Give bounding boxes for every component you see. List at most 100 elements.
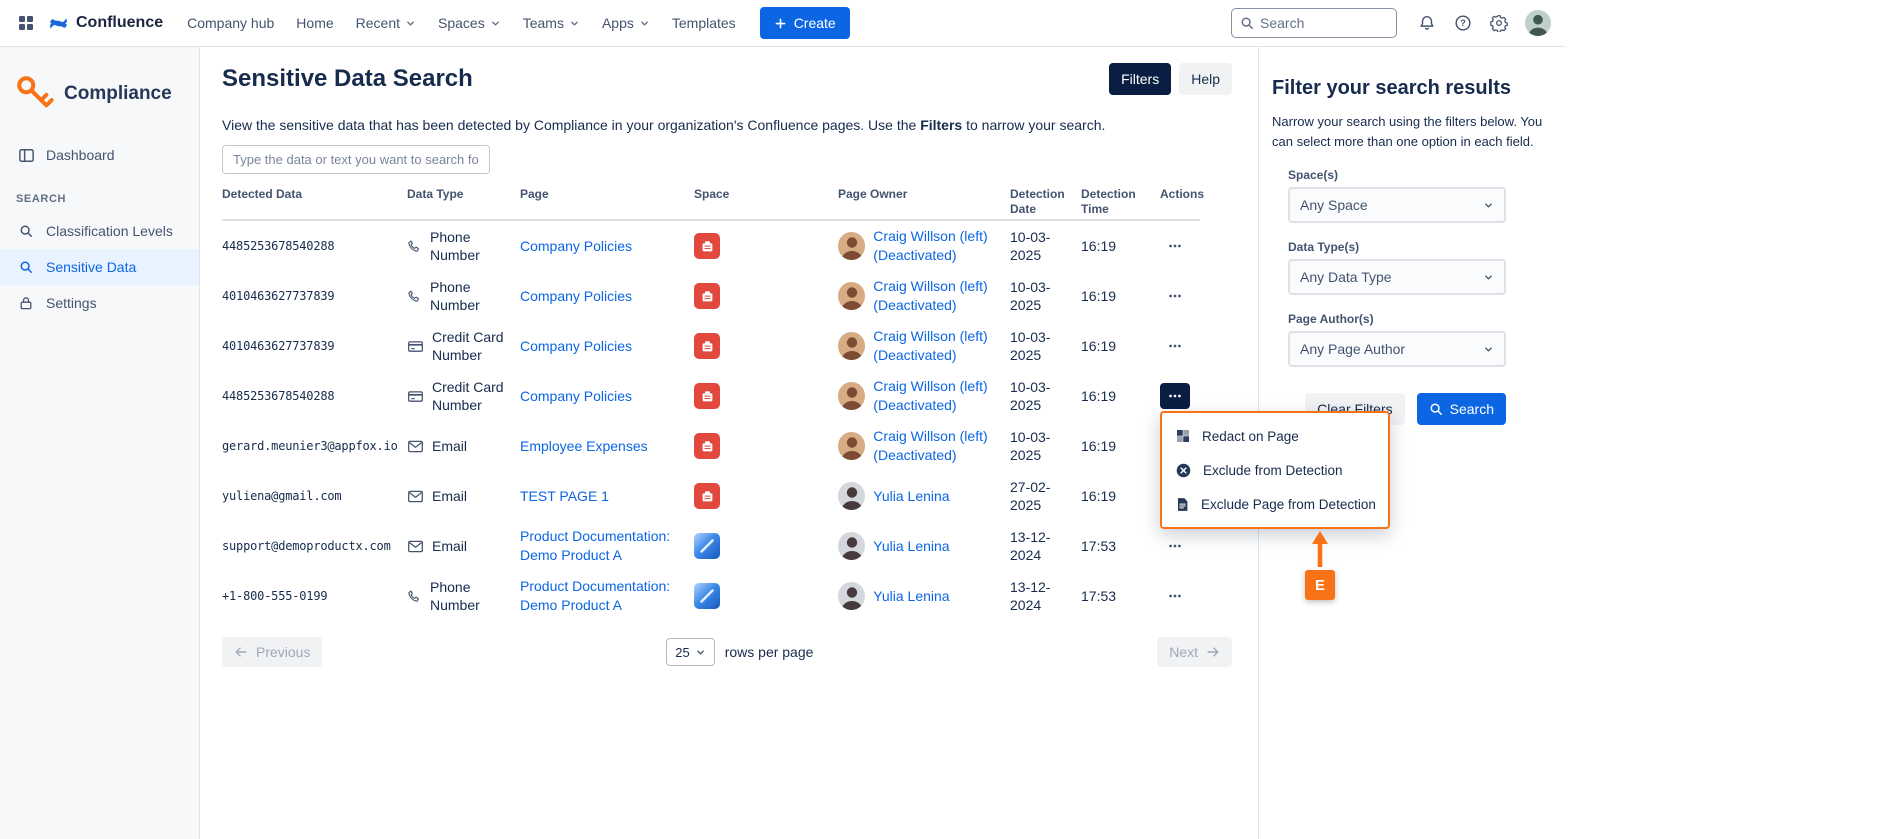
detection-time-cell: 16:19 xyxy=(1081,271,1160,321)
avatar-craig xyxy=(838,282,865,310)
page-owner-link[interactable]: Craig Willson (left) (Deactivated) xyxy=(873,327,1000,365)
page-owner-link[interactable]: Yulia Lenina xyxy=(873,587,1000,606)
avatar-craig xyxy=(838,232,865,260)
nav-item-spaces[interactable]: Spaces xyxy=(428,7,511,39)
confluence-logo[interactable]: Confluence xyxy=(44,13,175,34)
page-cell: Employee Expenses xyxy=(520,421,694,471)
avatar-craig xyxy=(838,432,865,460)
row-actions-button[interactable] xyxy=(1160,233,1190,259)
page-owner-link[interactable]: Yulia Lenina xyxy=(873,487,1000,506)
detected-data-cell: +1-800-555-0199 xyxy=(222,571,407,621)
page-link[interactable]: Company Policies xyxy=(520,287,632,306)
results-table: Detected DataData TypePageSpacePage Owne… xyxy=(222,183,1200,621)
menu-item-redact-on-page[interactable]: Redact on Page xyxy=(1162,419,1388,453)
nav-item-home[interactable]: Home xyxy=(286,7,343,39)
rows-per-page-label: rows per page xyxy=(725,644,814,660)
nav-item-templates[interactable]: Templates xyxy=(662,7,746,39)
data-search-input[interactable] xyxy=(222,145,490,174)
app-switcher-button[interactable] xyxy=(10,7,42,39)
page-link[interactable]: Product Documentation: Demo Product A xyxy=(520,577,684,615)
page-link[interactable]: TEST PAGE 1 xyxy=(520,487,609,506)
credit-card-icon xyxy=(407,338,424,355)
row-actions-button[interactable] xyxy=(1160,383,1190,409)
sidebar-item-dashboard[interactable]: Dashboard xyxy=(0,137,199,173)
user-avatar[interactable] xyxy=(1525,10,1551,36)
chevron-down-icon xyxy=(639,18,650,29)
notifications-button[interactable] xyxy=(1411,7,1443,39)
page-owner-link[interactable]: Yulia Lenina xyxy=(873,537,1000,556)
nav-item-recent[interactable]: Recent xyxy=(346,7,426,39)
filter-search-button[interactable]: Search xyxy=(1417,393,1506,425)
global-search-input[interactable] xyxy=(1260,15,1388,31)
chevron-down-icon xyxy=(490,18,501,29)
space-cell xyxy=(694,321,838,371)
avatar-craig xyxy=(838,382,865,410)
page-owner-link[interactable]: Craig Willson (left) (Deactivated) xyxy=(873,377,1000,415)
actions-cell xyxy=(1160,221,1200,271)
filter-label-data-type-s: Data Type(s) xyxy=(1288,240,1506,254)
sidebar-item-classification-levels[interactable]: Classification Levels xyxy=(0,213,199,249)
email-icon xyxy=(407,438,424,455)
row-actions-button[interactable] xyxy=(1160,333,1190,359)
page-cell: Company Policies xyxy=(520,321,694,371)
sidebar-item-sensitive-data[interactable]: Sensitive Data xyxy=(0,249,199,285)
gear-icon xyxy=(1490,14,1508,32)
table-row: 4485253678540288 Phone Number Company Po… xyxy=(222,221,1200,271)
page-cell: TEST PAGE 1 xyxy=(520,471,694,521)
page-owner-link[interactable]: Craig Willson (left) (Deactivated) xyxy=(873,277,1000,315)
avatar-yulia xyxy=(838,482,865,510)
avatar-yulia xyxy=(838,532,865,560)
space-cell xyxy=(694,221,838,271)
filter-select-data-type-s[interactable]: Any Data Type xyxy=(1288,259,1506,295)
detection-date-cell: 27-02-2025 xyxy=(1010,471,1081,521)
page-owner-cell: Yulia Lenina xyxy=(838,471,1010,521)
top-navigation: Confluence Company hubHomeRecentSpacesTe… xyxy=(0,0,1565,47)
page-owner-cell: Yulia Lenina xyxy=(838,521,1010,571)
space-icon-red xyxy=(694,283,720,309)
nav-settings-button[interactable] xyxy=(1483,7,1515,39)
nav-item-teams[interactable]: Teams xyxy=(513,7,590,39)
menu-item-exclude-from-detection[interactable]: Exclude from Detection xyxy=(1162,453,1388,487)
space-cell xyxy=(694,371,838,421)
detected-data-cell: 4485253678540288 xyxy=(222,221,407,271)
filter-select-space-s[interactable]: Any Space xyxy=(1288,187,1506,223)
table-row: gerard.meunier3@appfox.io Email Employee… xyxy=(222,421,1200,471)
space-icon-blue xyxy=(694,533,720,559)
detection-time-cell: 17:53 xyxy=(1081,521,1160,571)
annotation-label: E xyxy=(1305,570,1335,600)
help-circle-icon: ? xyxy=(1454,14,1472,32)
space-icon-red xyxy=(694,483,720,509)
nav-item-apps[interactable]: Apps xyxy=(592,7,660,39)
next-page-button[interactable]: Next xyxy=(1157,637,1232,667)
avatar-craig xyxy=(838,332,865,360)
page-link[interactable]: Employee Expenses xyxy=(520,437,648,456)
page-link[interactable]: Company Policies xyxy=(520,237,632,256)
page-size-select[interactable]: 25 xyxy=(666,638,714,666)
row-actions-button[interactable] xyxy=(1160,283,1190,309)
page-owner-link[interactable]: Craig Willson (left) (Deactivated) xyxy=(873,427,1000,465)
menu-item-exclude-page-from-detection[interactable]: Exclude Page from Detection xyxy=(1162,487,1388,521)
table-row: 4485253678540288 Credit Card Number Comp… xyxy=(222,371,1200,421)
page-link[interactable]: Product Documentation: Demo Product A xyxy=(520,527,684,565)
detection-date-cell: 13-12-2024 xyxy=(1010,571,1081,621)
row-actions-button[interactable] xyxy=(1160,533,1190,559)
sidebar-item-settings[interactable]: Settings xyxy=(0,285,199,321)
nav-help-button[interactable]: ? xyxy=(1447,7,1479,39)
nav-item-company-hub[interactable]: Company hub xyxy=(177,7,284,39)
actions-cell xyxy=(1160,571,1200,621)
previous-page-button[interactable]: Previous xyxy=(222,637,322,667)
avatar-user xyxy=(1525,10,1551,36)
page-link[interactable]: Company Policies xyxy=(520,337,632,356)
create-button[interactable]: Create xyxy=(760,7,850,39)
filters-button[interactable]: Filters xyxy=(1109,63,1171,95)
row-actions-button[interactable] xyxy=(1160,583,1190,609)
data-type-cell: Credit Card Number xyxy=(407,371,520,421)
page-owner-cell: Craig Willson (left) (Deactivated) xyxy=(838,271,1010,321)
detected-data-cell: gerard.meunier3@appfox.io xyxy=(222,421,407,471)
page-link[interactable]: Company Policies xyxy=(520,387,632,406)
help-button[interactable]: Help xyxy=(1179,63,1232,95)
confluence-logo-icon xyxy=(48,13,69,34)
page-owner-link[interactable]: Craig Willson (left) (Deactivated) xyxy=(873,227,1000,265)
filter-select-page-author-s[interactable]: Any Page Author xyxy=(1288,331,1506,367)
space-icon-blue xyxy=(694,583,720,609)
